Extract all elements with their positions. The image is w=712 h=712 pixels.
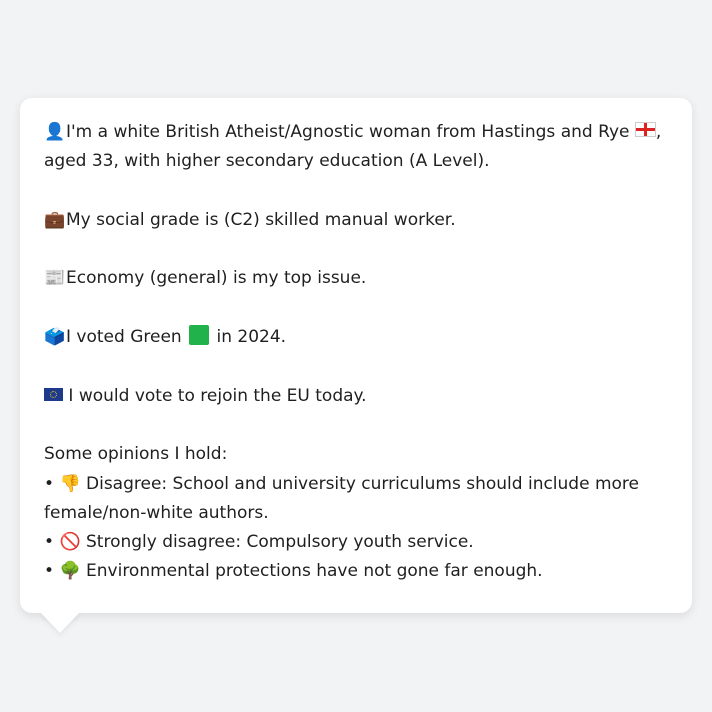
england-flag-icon — [634, 122, 656, 137]
social-grade-line: 💼My social grade is (C2) skilled manual … — [44, 206, 668, 235]
green-party-square-icon — [189, 325, 210, 346]
bullet: • — [44, 561, 55, 582]
tree-icon: 🌳 — [59, 561, 81, 582]
vote-line: 🗳️I voted Green in 2024. — [44, 323, 668, 352]
opinion-text: Strongly disagree: Compulsory youth serv… — [86, 532, 474, 553]
newspaper-icon: 📰 — [44, 268, 66, 289]
vote-year-text: in 2024. — [216, 327, 287, 348]
intro-text: I'm a white British Atheist/Agnostic wom… — [66, 122, 630, 142]
prohibited-icon: 🚫 — [59, 532, 81, 553]
opinion-item: • 👎 Disagree: School and university curr… — [44, 470, 668, 529]
intro-paragraph: 👤I'm a white British Atheist/Agnostic wo… — [44, 118, 668, 177]
opinion-item: • 🚫 Strongly disagree: Compulsory youth … — [44, 528, 668, 557]
opinions-heading: Some opinions I hold: — [44, 444, 228, 465]
persona-speech-bubble: 👤I'm a white British Atheist/Agnostic wo… — [20, 98, 692, 613]
eu-flag-icon — [44, 387, 63, 401]
eu-line: I would vote to rejoin the EU today. — [44, 382, 668, 411]
bullet: • — [44, 532, 55, 553]
ballot-box-icon: 🗳️ — [44, 327, 66, 348]
thumbs-down-icon: 👎 — [59, 473, 81, 494]
social-grade-text: My social grade is (C2) skilled manual w… — [66, 209, 456, 230]
opinion-text: Environmental protections have not gone … — [86, 561, 543, 582]
person-silhouette-icon: 👤 — [44, 122, 66, 142]
eu-text: I would vote to rejoin the EU today. — [68, 385, 367, 406]
opinion-item: • 🌳 Environmental protections have not g… — [44, 557, 668, 586]
top-issue-line: 📰Economy (general) is my top issue. — [44, 264, 668, 293]
opinion-text: Disagree: School and university curricul… — [44, 473, 639, 523]
vote-text: I voted Green — [66, 327, 182, 348]
top-issue-text: Economy (general) is my top issue. — [66, 268, 367, 289]
bullet: • — [44, 473, 55, 494]
briefcase-icon: 💼 — [44, 209, 66, 230]
speech-bubble-tail — [40, 612, 80, 633]
